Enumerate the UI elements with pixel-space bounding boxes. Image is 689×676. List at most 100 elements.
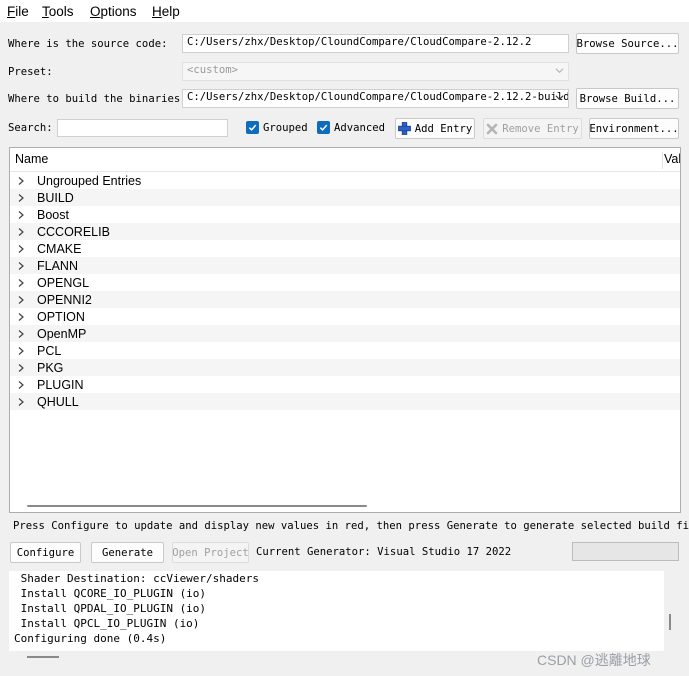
browse-build-label: Browse Build...: [579, 92, 676, 105]
menu-file[interactable]: File: [7, 4, 29, 19]
menu-bar: File Tools Options Help: [0, 0, 689, 22]
column-value-header[interactable]: Val: [662, 152, 680, 169]
current-generator: Current Generator: Visual Studio 17 2022: [256, 546, 512, 558]
tree-item-label: OPENNI2: [37, 292, 92, 307]
tree-item-label: CMAKE: [37, 241, 82, 256]
checkmark-icon: [246, 121, 259, 134]
tree-item-label: CCCORELIB: [37, 224, 110, 239]
tree-group-item[interactable]: Boost: [10, 206, 680, 223]
menu-tools[interactable]: Tools: [42, 4, 74, 19]
horizontal-scrollbar[interactable]: [27, 656, 59, 658]
column-name-header[interactable]: Name: [15, 152, 48, 166]
tree-item-label: OpenMP: [37, 326, 87, 341]
close-icon: [486, 123, 498, 134]
tree-item-label: PKG: [37, 360, 64, 375]
cache-tree[interactable]: Name Val Ungrouped Entries BUILD Boost CCCO…: [9, 147, 681, 513]
preset-label: Preset:: [8, 66, 53, 78]
grouped-label: Grouped: [263, 121, 308, 134]
chevron-right-icon[interactable]: [16, 244, 26, 254]
log-line: Install QPCL_IO_PLUGIN (io): [14, 617, 200, 630]
browse-build-button[interactable]: Browse Build...: [576, 88, 679, 109]
menu-options[interactable]: Options: [90, 4, 137, 19]
tree-group-item[interactable]: BUILD: [10, 189, 680, 206]
chevron-right-icon[interactable]: [16, 312, 26, 322]
advanced-checkbox[interactable]: Advanced: [317, 121, 385, 134]
tree-group-item[interactable]: OpenMP: [10, 325, 680, 342]
remove-entry-button[interactable]: Remove Entry: [483, 118, 582, 139]
chevron-down-icon: [555, 68, 564, 74]
configure-button[interactable]: Configure: [10, 542, 81, 563]
checkmark-icon: [317, 121, 330, 134]
configure-label: Configure: [16, 546, 75, 559]
open-project-button[interactable]: Open Project: [172, 542, 249, 563]
tree-group-item[interactable]: FLANN: [10, 257, 680, 274]
tree-group-item[interactable]: PLUGIN: [10, 376, 680, 393]
browse-source-button[interactable]: Browse Source...: [576, 33, 679, 54]
open-project-label: Open Project: [172, 546, 249, 559]
tree-item-label: PLUGIN: [37, 377, 84, 392]
chevron-right-icon[interactable]: [16, 227, 26, 237]
log-line: Shader Destination: ccViewer/shaders: [14, 572, 260, 585]
tree-item-label: FLANN: [37, 258, 78, 273]
tree-group-item[interactable]: Ungrouped Entries: [10, 172, 680, 189]
tree-item-label: QHULL: [37, 394, 79, 409]
chevron-right-icon[interactable]: [16, 176, 26, 186]
chevron-right-icon[interactable]: [16, 380, 26, 390]
build-label: Where to build the binaries:: [8, 93, 187, 105]
tree-header: Name Val: [10, 148, 680, 172]
grouped-checkbox[interactable]: Grouped: [246, 121, 308, 134]
generate-label: Generate: [101, 546, 154, 559]
chevron-right-icon[interactable]: [16, 329, 26, 339]
tree-group-item[interactable]: CCCORELIB: [10, 223, 680, 240]
log-line: Install QCORE_IO_PLUGIN (io): [14, 587, 207, 600]
log-line: Install QPDAL_IO_PLUGIN (io): [14, 602, 207, 615]
chevron-right-icon[interactable]: [16, 278, 26, 288]
output-log[interactable]: Shader Destination: ccViewer/shaders Ins…: [9, 571, 664, 651]
tree-item-label: BUILD: [37, 190, 74, 205]
plus-icon: [397, 122, 411, 135]
tree-item-label: OPTION: [37, 309, 85, 324]
search-input[interactable]: [57, 119, 228, 137]
source-label: Where is the source code:: [8, 38, 168, 50]
environment-label: Environment...: [589, 122, 679, 135]
status-message: Press Configure to update and display ne…: [13, 520, 689, 532]
tree-group-item[interactable]: CMAKE: [10, 240, 680, 257]
tree-group-item[interactable]: OPENGL: [10, 274, 680, 291]
vertical-scrollbar[interactable]: [669, 614, 671, 630]
chevron-right-icon[interactable]: [16, 193, 26, 203]
tree-item-label: OPENGL: [37, 275, 90, 290]
chevron-right-icon[interactable]: [16, 295, 26, 305]
environment-button[interactable]: Environment...: [589, 118, 679, 139]
tree-group-item[interactable]: OPTION: [10, 308, 680, 325]
tree-group-item[interactable]: QHULL: [10, 393, 680, 410]
chevron-right-icon[interactable]: [16, 397, 26, 407]
chevron-right-icon[interactable]: [16, 210, 26, 220]
advanced-label: Advanced: [334, 121, 386, 134]
browse-source-label: Browse Source...: [576, 37, 679, 50]
tree-item-label: Boost: [37, 207, 69, 222]
tree-item-label: Ungrouped Entries: [37, 173, 142, 188]
tree-item-label: PCL: [37, 343, 62, 358]
add-entry-button[interactable]: Add Entry: [395, 118, 475, 139]
preset-combo: <custom>: [182, 62, 569, 81]
build-path-value: C:/Users/zhx/Desktop/CloundCompare/Cloud…: [187, 91, 569, 103]
generate-button[interactable]: Generate: [91, 542, 164, 563]
search-label: Search:: [8, 122, 53, 134]
tree-group-item[interactable]: PKG: [10, 359, 680, 376]
preset-value: <custom>: [187, 64, 239, 76]
remove-entry-label: Remove Entry: [502, 122, 579, 135]
log-line: Configuring done (0.4s): [14, 632, 167, 645]
build-path-combo[interactable]: C:/Users/zhx/Desktop/CloundCompare/Cloud…: [182, 89, 569, 108]
chevron-right-icon[interactable]: [16, 261, 26, 271]
chevron-down-icon[interactable]: [555, 93, 564, 102]
add-entry-label: Add Entry: [414, 122, 473, 135]
watermark: CSDN @逃離地球: [537, 652, 651, 668]
tree-group-item[interactable]: OPENNI2: [10, 291, 680, 308]
chevron-right-icon[interactable]: [16, 363, 26, 373]
source-path-input[interactable]: C:/Users/zhx/Desktop/CloundCompare/Cloud…: [182, 34, 569, 53]
chevron-right-icon[interactable]: [16, 346, 26, 356]
tree-group-item[interactable]: PCL: [10, 342, 680, 359]
horizontal-scrollbar[interactable]: [27, 505, 367, 507]
progress-bar: [572, 542, 679, 561]
menu-help[interactable]: Help: [152, 4, 180, 19]
